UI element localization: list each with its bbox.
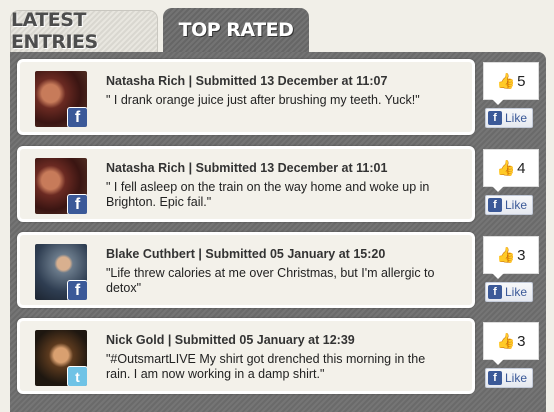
avatar: t [35, 330, 87, 386]
like-count: 👍 3 [483, 322, 539, 365]
like-count: 👍 3 [483, 236, 539, 279]
vote-widget: 👍 3 f Like [483, 236, 539, 302]
entry-text: " I fell asleep on the train on the way … [106, 180, 430, 209]
entry-submitted: Submitted 13 December at 11:01 [195, 161, 388, 175]
entry-meta: Nick Gold | Submitted 05 January at 12:3… [106, 333, 355, 347]
facebook-icon: f [67, 107, 87, 127]
entry-text: " I drank orange juice just after brushi… [106, 93, 420, 107]
entry-author: Nick Gold [106, 333, 165, 347]
thumbs-up-icon: 👍 [496, 247, 516, 264]
entry-meta: Natasha Rich | Submitted 13 December at … [106, 161, 388, 175]
entry-submitted: Submitted 13 December at 11:07 [195, 74, 388, 88]
entry-meta: Blake Cuthbert | Submitted 05 January at… [106, 247, 386, 261]
like-label: Like [505, 371, 528, 385]
like-button[interactable]: f Like [485, 108, 533, 128]
tab-latest-entries[interactable]: LATEST ENTRIES [10, 9, 158, 53]
like-label: Like [505, 198, 528, 212]
entry-submitted: Submitted 05 January at 12:39 [174, 333, 355, 347]
entry-card: t Nick Gold | Submitted 05 January at 12… [17, 318, 475, 394]
avatar: f [35, 71, 87, 127]
entry-submitted: Submitted 05 January at 15:20 [205, 247, 386, 261]
like-count: 👍 4 [483, 149, 539, 192]
entry-text: "#OutsmartLIVE My shirt got drenched thi… [106, 352, 426, 381]
like-button[interactable]: f Like [485, 282, 533, 302]
facebook-icon: f [488, 371, 502, 385]
entry-card: f Blake Cuthbert | Submitted 05 January … [17, 232, 475, 308]
like-count-value: 5 [517, 72, 526, 90]
like-button[interactable]: f Like [485, 195, 533, 215]
facebook-icon: f [488, 111, 502, 125]
like-count-value: 3 [517, 332, 526, 350]
like-label: Like [505, 285, 528, 299]
twitter-icon: t [67, 366, 87, 386]
facebook-icon: f [488, 285, 502, 299]
avatar: f [35, 244, 87, 300]
entry-meta: Natasha Rich | Submitted 13 December at … [106, 74, 388, 88]
facebook-icon: f [488, 198, 502, 212]
entry-text: "Life threw calories at me over Christma… [106, 266, 435, 295]
like-label: Like [505, 111, 528, 125]
tab-top-rated[interactable]: TOP RATED [163, 8, 309, 54]
like-count-value: 3 [517, 246, 526, 264]
like-count: 👍 5 [483, 62, 539, 105]
entry-card: f Natasha Rich | Submitted 13 December a… [17, 146, 475, 222]
facebook-icon: f [67, 194, 87, 214]
entry-author: Blake Cuthbert [106, 247, 195, 261]
facebook-icon: f [67, 280, 87, 300]
entry-author: Natasha Rich [106, 74, 186, 88]
vote-widget: 👍 5 f Like [483, 62, 539, 128]
vote-widget: 👍 4 f Like [483, 149, 539, 215]
tab-bar: LATEST ENTRIES TOP RATED [0, 0, 554, 54]
entry-author: Natasha Rich [106, 161, 186, 175]
like-button[interactable]: f Like [485, 368, 533, 388]
thumbs-up-icon: 👍 [496, 73, 516, 90]
thumbs-up-icon: 👍 [496, 333, 516, 350]
avatar: f [35, 158, 87, 214]
vote-widget: 👍 3 f Like [483, 322, 539, 388]
thumbs-up-icon: 👍 [496, 160, 516, 177]
entry-card: f Natasha Rich | Submitted 13 December a… [17, 59, 475, 135]
like-count-value: 4 [517, 159, 526, 177]
